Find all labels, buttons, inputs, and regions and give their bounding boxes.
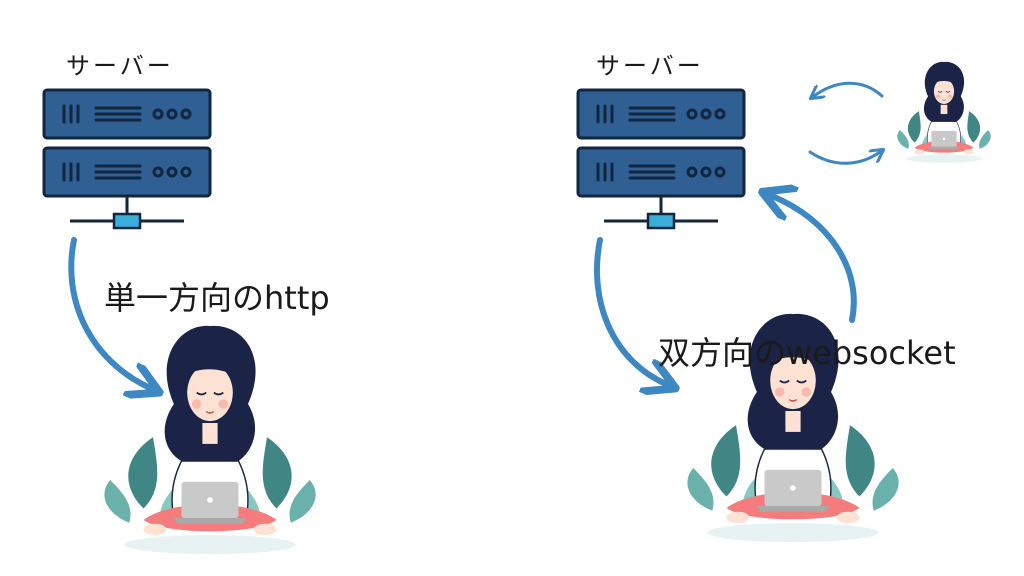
caption-websocket: 双方向のwebsocket <box>658 334 956 372</box>
arrow-icon <box>594 237 666 384</box>
arrow-icon <box>808 152 880 165</box>
arrow-icon <box>814 81 884 96</box>
user-with-laptop-icon <box>103 325 317 555</box>
server-icon <box>576 88 746 230</box>
arrow-icon <box>772 196 857 323</box>
server-label: サーバー <box>66 52 174 80</box>
caption-http: 単一方向のhttp <box>104 279 330 317</box>
server-icon <box>42 88 212 230</box>
user-with-laptop-icon <box>896 61 992 164</box>
server-label: サーバー <box>596 52 704 80</box>
